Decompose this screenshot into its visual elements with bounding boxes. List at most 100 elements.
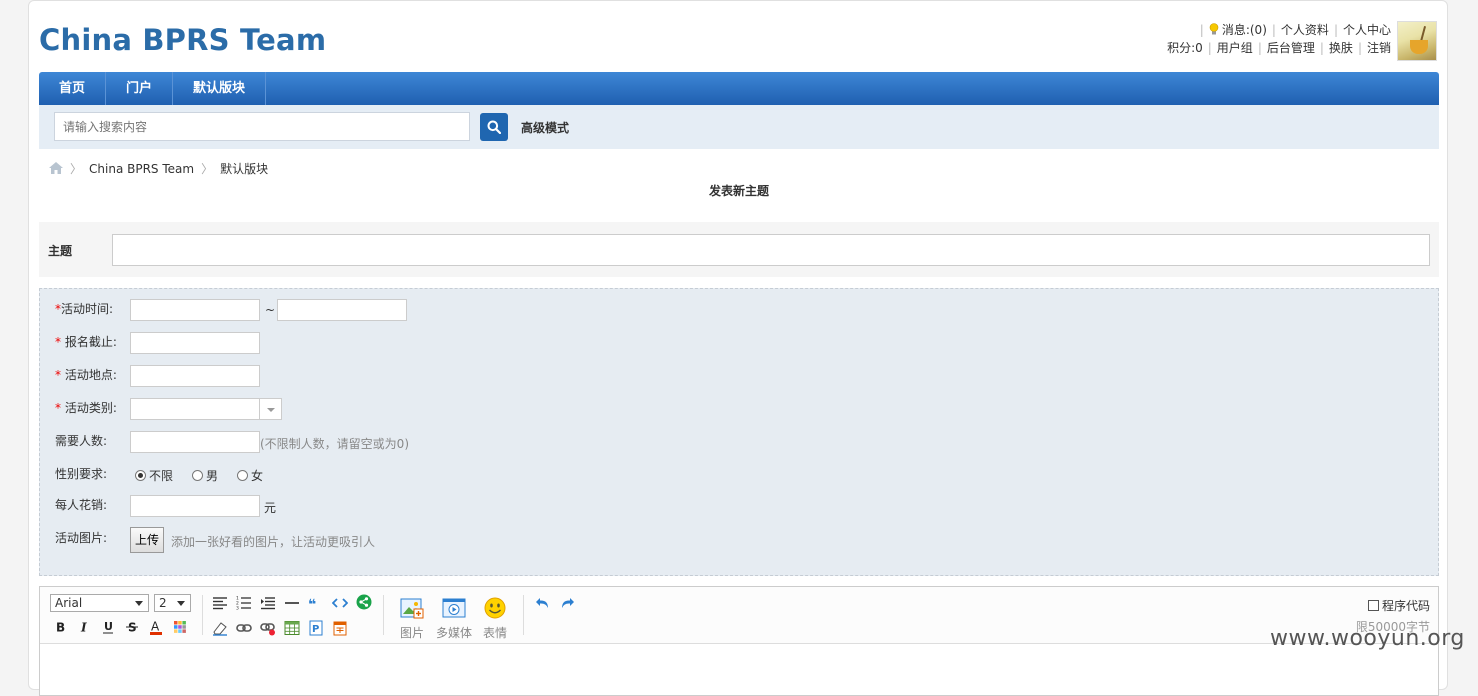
place-label-row: * 活动地点:	[55, 366, 117, 383]
checkbox-icon	[1367, 600, 1379, 611]
nav-item-default-forum[interactable]: 默认版块	[173, 72, 267, 105]
underline-icon[interactable]: U	[100, 619, 116, 635]
font-family-select[interactable]: Arial	[50, 594, 149, 612]
activity-end-time-input[interactable]	[277, 299, 407, 321]
logout-link[interactable]: 注销	[1367, 41, 1391, 55]
gender-radio-female[interactable]: 女	[237, 467, 263, 484]
horizontal-rule-icon[interactable]	[284, 595, 300, 611]
gender-option-label: 女	[251, 469, 264, 483]
editor-toolbar: Arial 2 B I U S A 123 ❝ P 图片 多媒体 表情 程序代码…	[40, 587, 1438, 644]
text-color-icon[interactable]: A	[148, 619, 164, 635]
strikethrough-icon[interactable]: S	[124, 619, 140, 635]
insert-media-button[interactable]: 多媒体	[436, 597, 472, 641]
user-center-link[interactable]: 个人中心	[1343, 23, 1391, 37]
activity-time-separator: ~	[265, 303, 276, 317]
advanced-mode-link[interactable]: 高级模式	[521, 119, 569, 136]
radio-icon	[237, 470, 248, 481]
cost-input[interactable]	[130, 495, 260, 517]
home-icon[interactable]	[49, 162, 63, 174]
insert-emoji-button[interactable]: 表情	[477, 597, 513, 641]
place-input[interactable]	[130, 365, 260, 387]
search-button[interactable]	[480, 113, 508, 141]
breadcrumb-item-forum[interactable]: 默认版块	[220, 162, 268, 176]
category-label-row: * 活动类别:	[55, 399, 117, 416]
subject-input[interactable]	[112, 234, 1430, 266]
image-hint: 添加一张好看的图片，让活动更吸引人	[171, 535, 376, 549]
flash-icon[interactable]: P	[308, 620, 324, 636]
gender-option-label: 不限	[149, 469, 174, 483]
separator: |	[1271, 23, 1276, 37]
code-checkbox[interactable]: 程序代码	[1367, 597, 1430, 614]
link-icon[interactable]	[236, 620, 252, 636]
activity-time-label-row: *活动时间:	[55, 300, 113, 317]
insert-emoji-label: 表情	[482, 626, 507, 640]
lightbulb-icon	[1209, 23, 1219, 35]
svg-text:❝: ❝	[308, 597, 316, 611]
avatar-cup	[1410, 40, 1428, 54]
profile-link[interactable]: 个人资料	[1281, 23, 1329, 37]
insert-image-button[interactable]: 图片	[394, 597, 430, 641]
undo-icon[interactable]	[535, 595, 551, 611]
editor: Arial 2 B I U S A 123 ❝ P 图片 多媒体 表情 程序代码…	[39, 586, 1439, 696]
breadcrumb-separator: 〉	[70, 162, 83, 176]
search-icon	[487, 120, 501, 134]
page-container: China BPRS Team | 消息:(0) | 个人资料 | 个人中心 积分:0 | 用…	[28, 0, 1448, 696]
radio-icon	[192, 470, 203, 481]
upload-button[interactable]: 上传	[130, 527, 164, 553]
place-label: 活动地点:	[64, 368, 117, 382]
search-input[interactable]	[54, 112, 470, 141]
font-size-select[interactable]: 2	[154, 594, 191, 612]
svg-text:P: P	[312, 624, 319, 635]
align-left-icon[interactable]	[212, 595, 228, 611]
usergroup-link[interactable]: 用户组	[1217, 41, 1253, 55]
insert-media-label: 多媒体	[436, 626, 473, 640]
eraser-icon[interactable]	[212, 620, 228, 636]
nav-item-portal[interactable]: 门户	[106, 72, 174, 105]
share-icon[interactable]	[356, 594, 372, 610]
breadcrumb-item-site[interactable]: China BPRS Team	[89, 162, 194, 176]
bold-icon[interactable]: B	[52, 619, 68, 635]
search-bar: 高级模式	[39, 105, 1439, 149]
points-text: 积分:0	[1167, 41, 1203, 55]
activity-time-label: 活动时间:	[61, 302, 114, 316]
avatar[interactable]	[1397, 21, 1437, 61]
separator: |	[1319, 41, 1324, 55]
gender-radio-male[interactable]: 男	[192, 467, 218, 484]
toolbar-divider	[523, 595, 524, 635]
people-input[interactable]	[130, 431, 260, 453]
chevron-down-icon[interactable]	[260, 398, 282, 420]
messages-link[interactable]: 消息:(0)	[1222, 23, 1267, 37]
gender-radio-any[interactable]: 不限	[135, 467, 173, 484]
free-text-icon[interactable]	[332, 620, 348, 636]
category-label: 活动类别:	[64, 401, 117, 415]
category-select[interactable]	[130, 398, 260, 420]
deadline-input[interactable]	[130, 332, 260, 354]
background-color-icon[interactable]	[172, 619, 188, 635]
site-title[interactable]: China BPRS Team	[39, 23, 326, 57]
table-icon[interactable]	[284, 620, 300, 636]
breadcrumb: 〉 China BPRS Team 〉默认版块	[49, 160, 268, 177]
skin-link[interactable]: 换肤	[1329, 41, 1353, 55]
radio-checked-icon	[135, 470, 146, 481]
activity-start-time-input[interactable]	[130, 299, 260, 321]
italic-icon[interactable]: I	[76, 619, 92, 635]
svg-text:U: U	[104, 620, 113, 633]
code-icon[interactable]	[332, 595, 348, 611]
insert-image-label: 图片	[399, 626, 424, 640]
nav-item-home[interactable]: 首页	[39, 72, 107, 105]
required-mark: *	[55, 335, 61, 349]
smiley-icon	[484, 597, 506, 619]
quote-icon[interactable]: ❝	[308, 595, 324, 611]
admin-link[interactable]: 后台管理	[1267, 41, 1315, 55]
ordered-list-icon[interactable]: 123	[236, 595, 252, 611]
unlink-icon[interactable]	[260, 620, 276, 636]
separator: |	[1333, 23, 1338, 37]
subject-label: 主题	[48, 244, 73, 258]
indent-list-icon[interactable]	[260, 595, 276, 611]
redo-icon[interactable]	[559, 595, 575, 611]
cost-unit: 元	[264, 501, 277, 515]
post-title: 发表新主题	[708, 184, 769, 198]
user-nav-row-2: 积分:0 | 用户组 | 后台管理 | 换肤 | 注销	[1167, 39, 1391, 57]
svg-text:3: 3	[236, 606, 239, 612]
separator: |	[1199, 23, 1204, 37]
